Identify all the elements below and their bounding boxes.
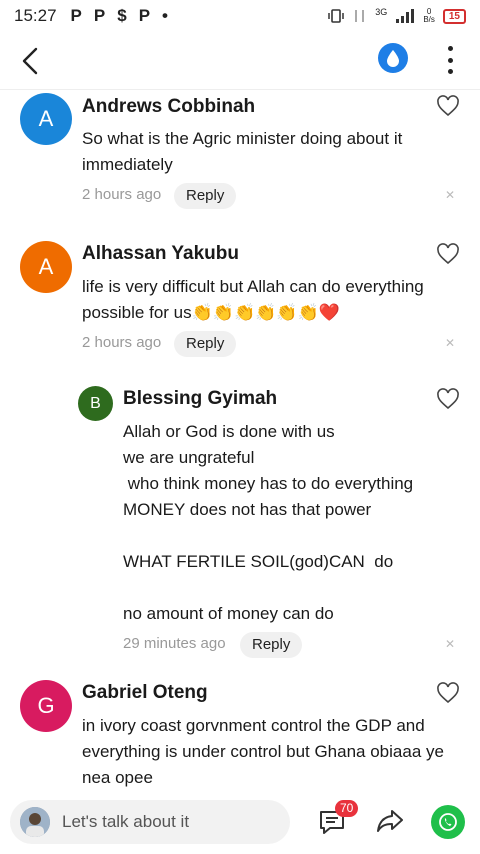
phone-icon	[439, 813, 457, 831]
top-app-bar	[0, 32, 480, 90]
comment-placeholder: Let's talk about it	[62, 812, 190, 831]
heart-icon[interactable]	[436, 95, 460, 117]
comment-input[interactable]: Let's talk about it	[10, 800, 290, 844]
notification-icon: P	[93, 6, 106, 25]
notification-icon: P	[70, 6, 82, 25]
close-icon[interactable]: ✕	[445, 336, 455, 350]
status-time: 15:27	[14, 6, 57, 25]
vibrate-icon	[328, 9, 345, 23]
share-icon[interactable]	[376, 808, 404, 834]
notification-icon: $	[117, 6, 127, 25]
heart-icon[interactable]	[436, 243, 460, 265]
header-divider	[0, 89, 480, 90]
user-avatar	[20, 807, 50, 837]
bottom-bar: Let's talk about it 70	[0, 794, 480, 854]
commenter-name[interactable]: Gabriel Oteng	[82, 682, 208, 704]
net-speed: 0 B/s	[423, 7, 435, 24]
battery-indicator: 15	[442, 8, 466, 24]
close-icon[interactable]: ✕	[445, 637, 455, 651]
reply-button[interactable]: Reply	[240, 632, 303, 658]
signal-icon	[355, 10, 365, 22]
avatar[interactable]: B	[78, 386, 113, 421]
network-type: 3G	[375, 7, 388, 17]
comment-time: 2 hours ago	[82, 334, 162, 351]
comment-time: 2 hours ago	[82, 186, 162, 203]
comment-text: Allah or God is done with us we are ungr…	[123, 422, 414, 623]
commenter-name[interactable]: Alhassan Yakubu	[82, 243, 239, 265]
comment-text: life is very difficult but Allah can do …	[82, 277, 424, 322]
notification-icon: P	[138, 6, 151, 25]
reply-button[interactable]: Reply	[174, 183, 237, 209]
comment-text: in ivory coast gorvnment control the GDP…	[82, 716, 444, 787]
chevron-left-icon[interactable]	[18, 46, 42, 76]
water-drop-button[interactable]	[378, 43, 408, 73]
commenter-name[interactable]: Blessing Gyimah	[123, 388, 277, 410]
comment-time: 29 minutes ago	[123, 635, 226, 652]
heart-icon[interactable]	[436, 682, 460, 704]
avatar[interactable]: A	[20, 241, 72, 293]
avatar[interactable]: A	[20, 93, 72, 145]
avatar[interactable]: G	[20, 680, 72, 732]
cell-signal-icon	[396, 9, 415, 23]
vertical-dots-icon[interactable]	[440, 46, 460, 74]
commenter-name[interactable]: Andrews Cobbinah	[82, 96, 255, 118]
heart-icon[interactable]	[436, 388, 460, 410]
status-bar: 15:27 P P $ P • 3G 0 B/s 15	[0, 0, 480, 32]
water-drop-icon	[387, 50, 399, 67]
reply-button[interactable]: Reply	[174, 331, 237, 357]
comment-text: So what is the Agric minister doing abou…	[82, 129, 403, 174]
user-avatar-image	[20, 807, 50, 837]
notification-dot: •	[162, 6, 168, 25]
whatsapp-icon[interactable]	[431, 805, 465, 839]
comment-count-badge: 70	[335, 800, 359, 817]
close-icon[interactable]: ✕	[445, 188, 455, 202]
